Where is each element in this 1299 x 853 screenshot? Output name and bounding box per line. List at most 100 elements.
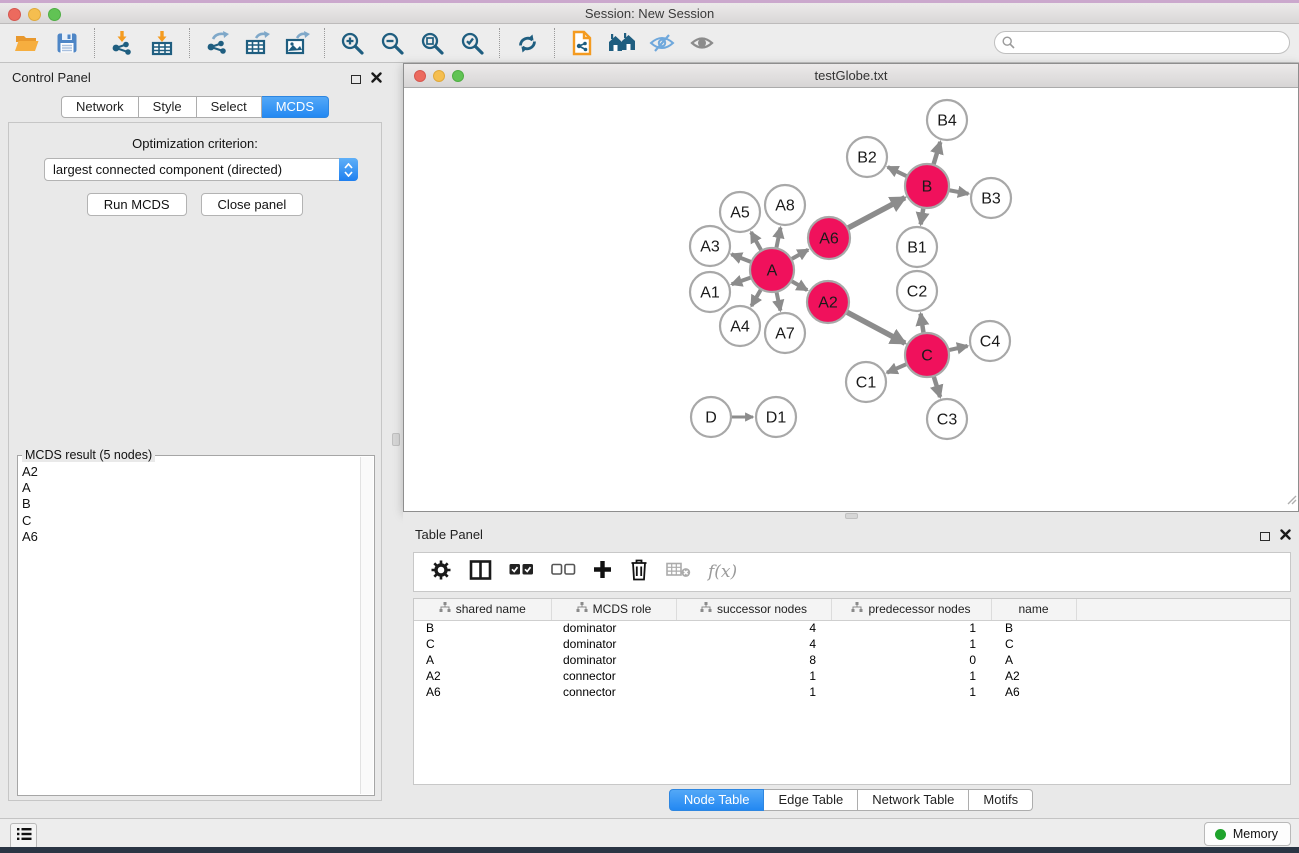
graph-edge-C-C3[interactable] (934, 376, 941, 397)
tab-edge-table[interactable]: Edge Table (764, 789, 858, 811)
tab-motifs[interactable]: Motifs (969, 789, 1033, 811)
graph-edge-A2-C[interactable] (847, 312, 906, 343)
graph-edge-A6-B[interactable] (848, 198, 905, 229)
task-history-button[interactable] (10, 823, 37, 849)
export-network-button[interactable] (200, 27, 234, 59)
first-neighbors-button[interactable] (605, 27, 639, 59)
graph-node-label: A3 (700, 239, 720, 256)
save-session-button[interactable] (50, 27, 84, 59)
graph-edge-A-A8[interactable] (776, 228, 780, 249)
graph-edge-B-B4[interactable] (933, 142, 940, 165)
table-row[interactable]: Adominator80A (414, 652, 1290, 668)
select-all-columns-button[interactable] (509, 563, 534, 581)
show-all-button[interactable] (685, 27, 719, 59)
table-settings-button[interactable] (430, 559, 452, 586)
float-panel-icon[interactable] (1260, 532, 1270, 541)
column-header-successor-nodes[interactable]: successor nodes (676, 599, 831, 620)
column-header-predecessor-nodes[interactable]: predecessor nodes (831, 599, 991, 620)
export-image-icon (284, 30, 310, 56)
tab-mcds[interactable]: MCDS (262, 96, 329, 118)
zoom-selected-button[interactable] (455, 27, 489, 59)
tab-select[interactable]: Select (197, 96, 262, 118)
window-resize-grip[interactable] (1286, 492, 1297, 510)
result-item[interactable]: A (19, 480, 359, 496)
table-row[interactable]: A6connector11A6 (414, 684, 1290, 700)
column-header-mcds-role[interactable]: MCDS role (551, 599, 676, 620)
table-panel: Table Panel f(x) shared nameMCDS rolesuc… (403, 520, 1299, 818)
graph-edge-C-C1[interactable] (887, 364, 907, 373)
graph-edge-A-A1[interactable] (732, 277, 752, 284)
table-delete-icon (666, 561, 691, 583)
search-input[interactable] (994, 31, 1290, 54)
refresh-button[interactable] (510, 27, 544, 59)
horizontal-splitter[interactable] (403, 512, 1299, 520)
graph-node-label: A4 (730, 319, 750, 336)
graph-edge-A-A3[interactable] (731, 254, 751, 262)
delete-columns-button[interactable] (629, 558, 649, 586)
table-cell: A (414, 652, 551, 668)
result-item[interactable]: A6 (19, 529, 359, 545)
graph-edge-B-B3[interactable] (949, 190, 969, 194)
result-item[interactable]: C (19, 513, 359, 529)
deselect-all-columns-button[interactable] (551, 563, 576, 581)
column-label: predecessor nodes (868, 602, 970, 616)
splitter-grip[interactable] (392, 433, 400, 446)
result-item[interactable]: B (19, 496, 359, 512)
zoom-out-button[interactable] (375, 27, 409, 59)
run-mcds-button[interactable]: Run MCDS (87, 193, 187, 216)
new-network-from-selection-button[interactable] (565, 27, 599, 59)
hide-selected-button[interactable] (645, 27, 679, 59)
import-network-button[interactable] (105, 27, 139, 59)
table-cell: connector (551, 668, 676, 684)
close-panel-icon[interactable] (1280, 527, 1291, 545)
zoom-in-button[interactable] (335, 27, 369, 59)
tab-style[interactable]: Style (139, 96, 197, 118)
control-panel: Control Panel NetworkStyleSelectMCDS Opt… (0, 63, 390, 818)
optimization-criterion-select[interactable]: largest connected component (directed) (44, 158, 358, 181)
graph-node-label: C1 (856, 375, 877, 392)
network-graph[interactable]: AA1A2A3A4A5A6A7A8BB1B2B3B4CC1C2C3C4DD1 (404, 88, 1298, 511)
delete-table-button[interactable] (666, 561, 691, 583)
network-canvas[interactable]: AA1A2A3A4A5A6A7A8BB1B2B3B4CC1C2C3C4DD1 (404, 88, 1298, 511)
node-table: shared nameMCDS rolesuccessor nodes prede… (413, 598, 1291, 785)
table-row[interactable]: Cdominator41C (414, 636, 1290, 652)
table-row[interactable]: Bdominator41B (414, 620, 1290, 636)
import-table-button[interactable] (145, 27, 179, 59)
graph-edge-A-A7[interactable] (776, 292, 780, 311)
table-cell: dominator (551, 636, 676, 652)
graph-edge-C-C2[interactable] (921, 314, 924, 334)
result-item[interactable]: A2 (19, 464, 359, 480)
table-row[interactable]: A2connector11A2 (414, 668, 1290, 684)
memory-button[interactable]: Memory (1204, 822, 1291, 846)
column-layout-button[interactable] (469, 559, 492, 586)
graph-edge-A-A2[interactable] (791, 281, 807, 290)
function-builder-button[interactable]: f(x) (708, 562, 737, 582)
close-panel-icon[interactable] (371, 70, 382, 88)
graph-edge-A-A4[interactable] (751, 289, 761, 306)
column-header-name[interactable]: name (991, 599, 1076, 620)
export-image-button[interactable] (280, 27, 314, 59)
tab-node-table[interactable]: Node Table (669, 789, 765, 811)
open-session-button[interactable] (10, 27, 44, 59)
table-cell: A6 (991, 684, 1076, 700)
splitter-grip[interactable] (845, 513, 858, 519)
vertical-splitter[interactable] (390, 63, 403, 818)
mcds-result-title: MCDS result (5 nodes) (22, 448, 155, 462)
graph-edge-C-C4[interactable] (949, 346, 968, 350)
zoom-fit-button[interactable] (415, 27, 449, 59)
tab-network[interactable]: Network (61, 96, 139, 118)
result-scrollbar[interactable] (360, 457, 373, 794)
checked-boxes-icon (509, 563, 534, 581)
float-panel-icon[interactable] (351, 75, 361, 84)
tab-network-table[interactable]: Network Table (858, 789, 969, 811)
import-table-icon (149, 30, 175, 56)
column-header-shared-name[interactable]: shared name (414, 599, 551, 620)
graph-edge-A-A5[interactable] (751, 232, 761, 251)
close-panel-button[interactable]: Close panel (201, 193, 304, 216)
graph-edge-B-B2[interactable] (888, 167, 908, 176)
add-column-button[interactable] (593, 560, 612, 584)
graph-edge-B-B1[interactable] (921, 208, 924, 225)
export-table-button[interactable] (240, 27, 274, 59)
table-cell: 4 (676, 636, 831, 652)
graph-edge-A-A6[interactable] (791, 250, 808, 260)
